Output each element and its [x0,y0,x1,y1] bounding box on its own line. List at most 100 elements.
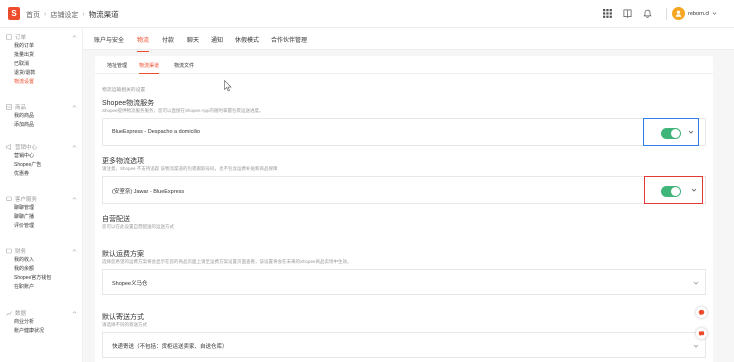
sidebar-item-business-insights[interactable]: 商业分析 [0,318,83,327]
sidebar-group-title[interactable]: 财务 [0,246,83,256]
username: reborn.cl [688,10,710,17]
marketing-icon [6,144,11,150]
sidebar: 订单 我的订单 批量出货 已取消 退货/退款 物流设置 商品 我的商品 添加商品… [0,28,83,362]
mouse-cursor-icon [224,80,232,92]
breadcrumb-current: 物流渠道 [88,10,119,19]
channel-name: (安室奈) Jawar - BlueExpress [112,189,185,195]
channel-name: BlueExpress - Despacho a domicilio [112,129,201,135]
section-desc-shopee: Shopee提供物流服务服务，您可以直接在Shopee App内随时掌握包裹运送… [102,108,264,113]
shopee-logo-icon[interactable]: S [8,7,20,20]
default-shipping-value: 快递寄送（不包括：货柜运送卖家、自送仓库） [112,344,228,350]
service-icon [6,196,12,201]
bell-icon[interactable] [642,8,652,18]
chat-icon [698,309,705,316]
sidebar-group-customer-service: 客户服务 聊聊管理 聊聊广播 评价管理 [0,194,83,231]
sidebar-item-my-orders[interactable]: 我的订单 [0,42,83,51]
default-template-select[interactable]: Shopee义马仓 [102,269,706,295]
finance-icon [6,248,12,254]
chevron-down-icon[interactable] [688,129,694,135]
sidebar-group-finance: 财务 我的收入 我的余额 Shopee官方钱包 在职账户 [0,246,83,292]
channel-row-blueexpress[interactable]: BlueExpress - Despacho a domicilio [102,118,706,146]
sidebar-item-bulk-ship[interactable]: 批量出货 [0,51,83,60]
sidebar-item-chat-broadcast[interactable]: 聊聊广播 [0,213,83,222]
sidebar-item-shipping-settings[interactable]: 物流设置 [0,78,83,87]
sidebar-item-chat-management[interactable]: 聊聊管理 [0,204,83,213]
sidebar-item-my-products[interactable]: 我的商品 [0,112,83,121]
section-title-default-template: 默认运费方案 [102,251,144,258]
section-desc-self-delivery: 您可以在此设置自营配送的运送方式 [102,224,174,229]
data-icon [6,311,12,316]
breadcrumb-shop-settings[interactable]: 店铺设定 [50,10,78,20]
sidebar-group-products: 商品 我的商品 添加商品 [0,102,83,130]
sidebar-item-shopee-ads[interactable]: Shopee广告 [0,161,83,170]
logistics-card: 地址管理 物流渠道 物流文件 物流运输相关的设置 Shopee物流服务 Shop… [95,56,713,362]
channel-toggle-jawar[interactable] [661,186,681,197]
header-divider [666,8,667,20]
logistics-subtabs: 地址管理 物流渠道 物流文件 [95,56,713,74]
avatar [672,7,685,20]
subtab-address[interactable]: 地址管理 [107,62,127,69]
sidebar-item-my-income[interactable]: 我的收入 [0,256,83,265]
breadcrumb-separator-icon: › [82,11,85,18]
section-title-self-delivery: 自营配送 [102,216,130,223]
sidebar-item-account-health[interactable]: 账户健康状况 [0,327,83,336]
settings-tabs: 账户与安全 物流 付款 聊天 通知 休假模式 合作伙伴管理 [83,28,734,52]
book-icon[interactable] [622,8,632,18]
chevron-down-icon[interactable] [691,187,697,193]
chevron-up-icon [72,197,77,200]
section-desc-default-shipping: 请选择不同的寄送方式 [102,322,147,327]
tab-chat[interactable]: 聊天 [187,35,199,44]
section-desc-more: 请注意，Shopee 不支持追踪 该物流渠道的包裹跟踪号码，也不包含运费补贴和商… [102,166,278,171]
tab-vacation-mode[interactable]: 休假模式 [235,35,259,44]
toggle-knob [671,187,680,196]
floating-chat-button[interactable] [696,307,707,318]
default-template-value: Shopee义马仓 [112,281,148,287]
tab-account-security[interactable]: 账户与安全 [94,35,124,44]
tab-logistics[interactable]: 物流 [137,35,150,52]
sidebar-item-marketing-centre[interactable]: 营销中心 [0,152,83,161]
subtab-channels[interactable]: 物流渠道 [139,62,160,74]
subtab-documents[interactable]: 物流文件 [174,62,194,69]
chevron-down-icon [693,344,699,348]
sidebar-item-returns[interactable]: 退货/退款 [0,69,83,78]
floating-message-button[interactable] [696,328,707,339]
page-hint: 物流运输相关的设置 [102,88,146,93]
message-icon [698,331,705,337]
sidebar-item-my-balance[interactable]: 我的余额 [0,265,83,274]
chevron-up-icon [72,105,77,108]
tab-notifications[interactable]: 通知 [211,35,223,44]
sidebar-group-data: 数据 商业分析 账户健康状况 [0,308,83,336]
sidebar-group-title[interactable]: 数据 [0,308,83,318]
breadcrumb: 首页 › 店铺设定 › 物流渠道 [26,9,119,20]
tab-partner-management[interactable]: 合作伙伴管理 [271,35,307,44]
chevron-down-icon [693,281,699,285]
sidebar-item-add-product[interactable]: 添加商品 [0,121,83,130]
sidebar-group-marketing: 营销中心 营销中心 Shopee广告 优惠券 [0,142,83,179]
sidebar-item-bank-account[interactable]: 在职账户 [0,283,83,292]
sidebar-item-vouchers[interactable]: 优惠券 [0,170,83,179]
sidebar-group-title[interactable]: 商品 [0,102,83,112]
top-header: S 首页 › 店铺设定 › 物流渠道 reborn.cl [0,0,734,28]
toggle-knob [671,129,680,138]
sidebar-item-shopee-wallet[interactable]: Shopee官方钱包 [0,274,83,283]
sidebar-group-title[interactable]: 订单 [0,32,83,42]
chevron-up-icon [72,311,77,314]
default-shipping-select[interactable]: 快递寄送（不包括：货柜运送卖家、自送仓库） [102,332,706,358]
order-icon [6,34,12,40]
chevron-down-icon [713,12,717,15]
channel-row-jawar[interactable]: (安室奈) Jawar - BlueExpress [102,176,706,204]
chevron-up-icon [72,145,77,148]
section-title-default-shipping: 默认寄送方式 [102,314,144,321]
sidebar-item-cancelled[interactable]: 已取消 [0,60,83,69]
user-menu[interactable]: reborn.cl [672,7,717,20]
tab-payment[interactable]: 付款 [162,35,174,44]
main-content: 账户与安全 物流 付款 聊天 通知 休假模式 合作伙伴管理 地址管理 物流渠道 … [83,28,734,362]
grid-icon[interactable] [602,8,612,18]
section-desc-default-template: 选择您希望的运费方案将会显示在您的商品页面上请至运费方案设置页面查看，该设置将会… [102,259,352,264]
sidebar-group-title[interactable]: 营销中心 [0,142,83,152]
sidebar-group-title[interactable]: 客户服务 [0,194,83,204]
sidebar-item-reviews[interactable]: 评价管理 [0,222,83,231]
section-title-more: 更多物流选项 [102,158,144,165]
breadcrumb-home[interactable]: 首页 [26,10,40,20]
channel-toggle-blueexpress[interactable] [661,128,681,139]
